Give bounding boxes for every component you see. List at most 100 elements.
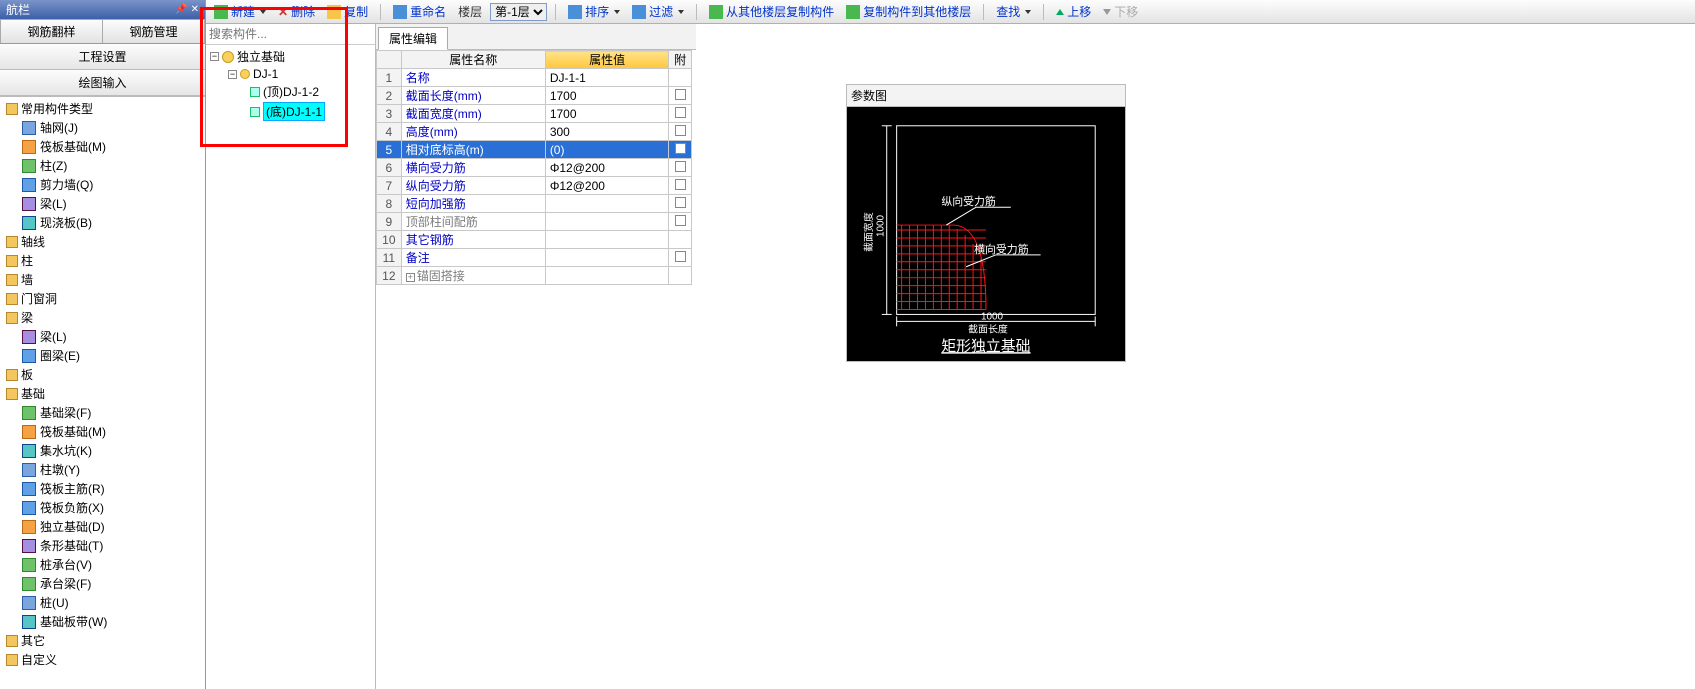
prop-chk[interactable] (669, 105, 692, 123)
tree-group[interactable]: 门窗洞 (4, 289, 205, 308)
btn-move-up[interactable]: 上移 (1052, 1, 1095, 22)
checkbox-icon[interactable] (675, 197, 686, 208)
collapse-icon[interactable]: − (210, 52, 219, 61)
tree-group[interactable]: 常用构件类型 (4, 99, 205, 118)
property-row[interactable]: 9顶部柱间配筋 (377, 213, 692, 231)
tree-group[interactable]: 自定义 (4, 650, 205, 669)
tree-node-root[interactable]: − 独立基础 (206, 47, 375, 66)
tree-item[interactable]: 轴网(J) (4, 118, 205, 137)
tree-group[interactable]: 板 (4, 365, 205, 384)
tree-item[interactable]: 基础梁(F) (4, 403, 205, 422)
property-row[interactable]: 12+锚固搭接 (377, 267, 692, 285)
nav-project-settings[interactable]: 工程设置 (0, 44, 205, 70)
tree-item[interactable]: 集水坑(K) (4, 441, 205, 460)
tree-item[interactable]: 柱墩(Y) (4, 460, 205, 479)
tree-item[interactable]: 条形基础(T) (4, 536, 205, 555)
collapse-icon[interactable]: − (228, 70, 237, 79)
tab-rebar-manage[interactable]: 钢筋管理 (103, 19, 205, 43)
checkbox-icon[interactable] (675, 89, 686, 100)
property-row[interactable]: 6横向受力筋Φ12@200 (377, 159, 692, 177)
expand-icon[interactable]: + (406, 273, 415, 282)
prop-chk[interactable] (669, 123, 692, 141)
btn-copy-from-floor[interactable]: 从其他楼层复制构件 (705, 1, 838, 22)
btn-rename[interactable]: 重命名 (389, 1, 450, 22)
tree-item[interactable]: 现浇板(B) (4, 213, 205, 232)
property-row[interactable]: 7纵向受力筋Φ12@200 (377, 177, 692, 195)
checkbox-icon[interactable] (675, 179, 686, 190)
tab-property-edit[interactable]: 属性编辑 (378, 27, 448, 50)
tree-node-top[interactable]: (顶)DJ-1-2 (206, 82, 375, 101)
btn-copy-to-floor[interactable]: 复制构件到其他楼层 (842, 1, 975, 22)
pin-icon[interactable]: 📌 ✕ (175, 4, 199, 15)
tab-rebar-layout[interactable]: 钢筋翻样 (0, 19, 103, 43)
nav-tree[interactable]: 常用构件类型轴网(J)筏板基础(M)柱(Z)剪力墙(Q)梁(L)现浇板(B)轴线… (0, 96, 205, 689)
tree-item[interactable]: 圈梁(E) (4, 346, 205, 365)
prop-value[interactable]: DJ-1-1 (545, 69, 669, 87)
checkbox-icon[interactable] (675, 125, 686, 136)
property-row[interactable]: 3截面宽度(mm)1700 (377, 105, 692, 123)
property-row[interactable]: 2截面长度(mm)1700 (377, 87, 692, 105)
tree-item[interactable]: 柱(Z) (4, 156, 205, 175)
tree-item[interactable]: 梁(L) (4, 327, 205, 346)
tree-item[interactable]: 筏板主筋(R) (4, 479, 205, 498)
btn-delete[interactable]: ✕删除 (274, 1, 319, 22)
prop-value[interactable] (545, 267, 669, 285)
btn-copy[interactable]: 复制 (323, 1, 372, 22)
prop-chk[interactable] (669, 249, 692, 267)
prop-value[interactable] (545, 213, 669, 231)
tree-group[interactable]: 墙 (4, 270, 205, 289)
prop-chk[interactable] (669, 213, 692, 231)
tree-item[interactable]: 桩(U) (4, 593, 205, 612)
prop-chk[interactable] (669, 195, 692, 213)
btn-filter[interactable]: 过滤 (628, 1, 688, 22)
property-row[interactable]: 11备注 (377, 249, 692, 267)
prop-value[interactable]: 1700 (545, 87, 669, 105)
nav-draw-input[interactable]: 绘图输入 (0, 70, 205, 96)
prop-value[interactable] (545, 249, 669, 267)
tree-item[interactable]: 筏板负筋(X) (4, 498, 205, 517)
tree-item[interactable]: 桩承台(V) (4, 555, 205, 574)
prop-chk[interactable] (669, 177, 692, 195)
tree-item[interactable]: 剪力墙(Q) (4, 175, 205, 194)
checkbox-icon[interactable] (675, 161, 686, 172)
tree-item[interactable]: 筏板基础(M) (4, 137, 205, 156)
search-input[interactable] (209, 26, 372, 42)
component-tree[interactable]: − 独立基础 − DJ-1 (顶)DJ-1-2 (206, 45, 375, 689)
tree-group[interactable]: 其它 (4, 631, 205, 650)
tree-group[interactable]: 基础 (4, 384, 205, 403)
tree-item[interactable]: 承台梁(F) (4, 574, 205, 593)
prop-value[interactable]: (0) (545, 141, 669, 159)
btn-new[interactable]: 新建 (210, 1, 270, 22)
checkbox-icon[interactable] (675, 215, 686, 226)
property-row[interactable]: 8短向加强筋 (377, 195, 692, 213)
btn-find[interactable]: 查找 (992, 1, 1035, 22)
property-row[interactable]: 1名称DJ-1-1 (377, 69, 692, 87)
btn-sort[interactable]: 排序 (564, 1, 624, 22)
tree-node-dj1[interactable]: − DJ-1 (206, 66, 375, 82)
property-row[interactable]: 10其它钢筋 (377, 231, 692, 249)
prop-value[interactable] (545, 195, 669, 213)
tree-item[interactable]: 筏板基础(M) (4, 422, 205, 441)
checkbox-icon[interactable] (675, 251, 686, 262)
prop-chk[interactable] (669, 159, 692, 177)
prop-value[interactable]: 1700 (545, 105, 669, 123)
tree-node-bottom[interactable]: (底)DJ-1-1 (206, 101, 375, 122)
prop-chk[interactable] (669, 87, 692, 105)
tree-item[interactable]: 独立基础(D) (4, 517, 205, 536)
property-row[interactable]: 5相对底标高(m)(0) (377, 141, 692, 159)
tree-group[interactable]: 柱 (4, 251, 205, 270)
prop-chk[interactable] (669, 267, 692, 285)
property-row[interactable]: 4高度(mm)300 (377, 123, 692, 141)
checkbox-icon[interactable] (675, 107, 686, 118)
prop-value[interactable]: Φ12@200 (545, 177, 669, 195)
tree-group[interactable]: 梁 (4, 308, 205, 327)
checkbox-icon[interactable] (675, 143, 686, 154)
prop-chk[interactable] (669, 69, 692, 87)
prop-chk[interactable] (669, 141, 692, 159)
tree-item[interactable]: 基础板带(W) (4, 612, 205, 631)
tree-group[interactable]: 轴线 (4, 232, 205, 251)
prop-value[interactable]: 300 (545, 123, 669, 141)
tree-item[interactable]: 梁(L) (4, 194, 205, 213)
prop-chk[interactable] (669, 231, 692, 249)
prop-value[interactable] (545, 231, 669, 249)
